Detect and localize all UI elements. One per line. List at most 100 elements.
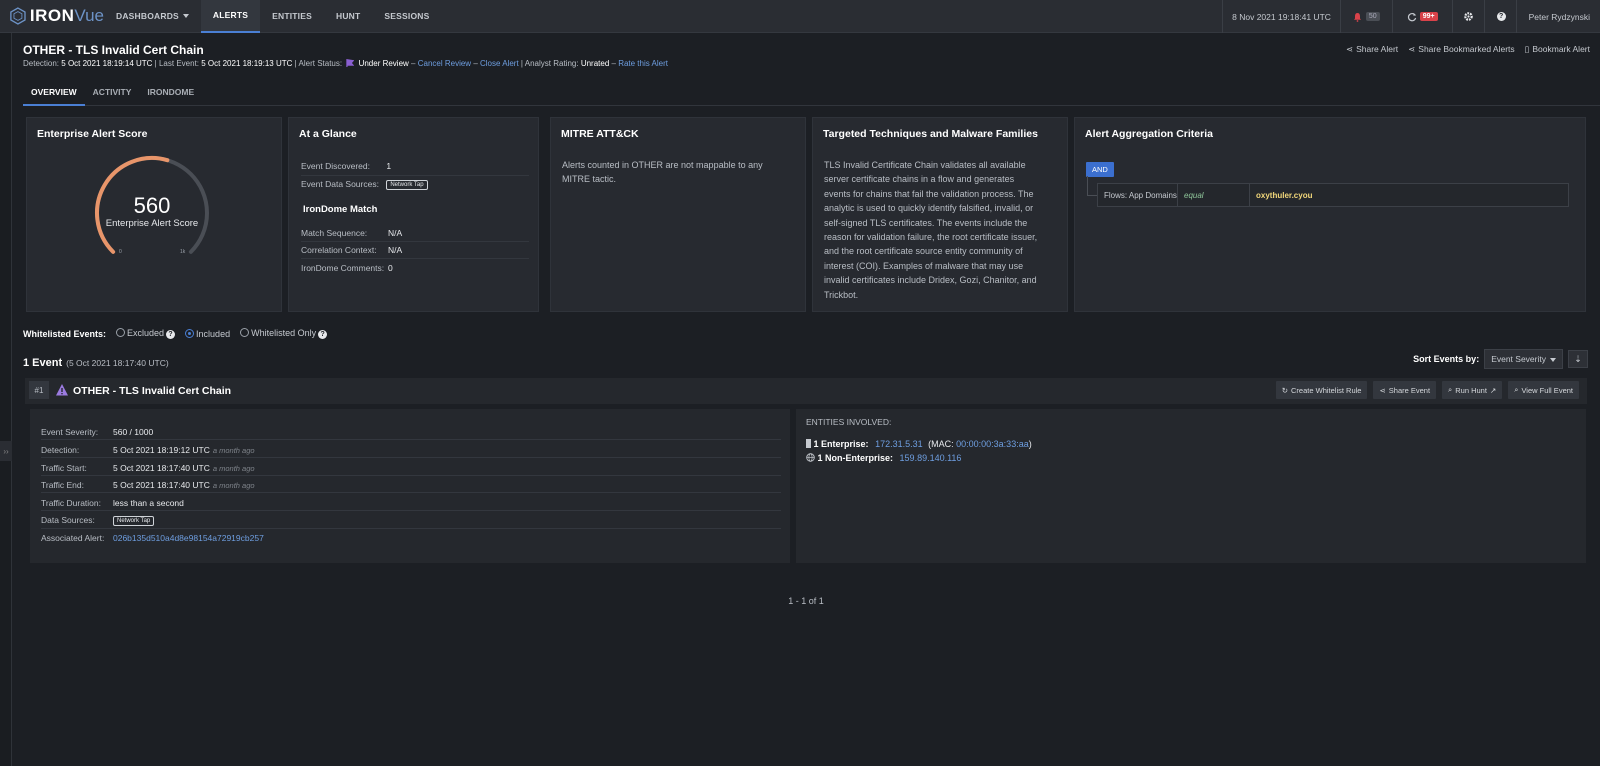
alerts-bell-button[interactable]: 50 [1339,0,1392,33]
settings-button[interactable] [1451,0,1484,33]
event-header: #1 OTHER - TLS Invalid Cert Chain ↻ Creat… [25,378,1587,404]
help-button[interactable]: ? [1483,0,1516,33]
rate-alert-link[interactable]: Rate this Alert [618,59,668,68]
warning-triangle-icon [56,384,68,396]
nav-alerts[interactable]: ALERTS [200,0,261,33]
create-whitelist-rule-button[interactable]: ↻ Create Whitelist Rule [1275,381,1368,399]
score-card-title: Enterprise Alert Score [37,128,148,140]
event-discovered-row: Event Discovered: 1 [301,161,391,171]
associated-alert-link[interactable]: 026b135d510a4d8e98154a72919cb257 [113,533,264,543]
and-operator-tag: AND [1086,162,1114,177]
score-label: Enterprise Alert Score [105,218,199,229]
cancel-review-link[interactable]: Cancel Review [418,59,471,68]
share-alert-label: Share Alert [1356,44,1399,54]
main-nav: DASHBOARDS ALERTS ENTITIES HUNT SESSIONS [104,0,441,33]
mitre-text-line: Alerts counted in OTHER are not mappable… [562,160,763,170]
gauge-min-label: 0 [119,249,122,255]
tab-activity[interactable]: ACTIVITY [85,80,140,106]
relative-time: a month ago [212,464,255,473]
divider [41,492,781,493]
expand-sidebar-handle[interactable]: ›› [0,441,12,461]
view-full-event-button[interactable]: ⌕ View Full Event [1508,381,1579,399]
double-chevron-right-icon: ›› [3,446,9,456]
nav-entities-label: ENTITIES [272,11,312,21]
alert-count-badge: 50 [1365,12,1380,21]
header-actions: ⋖ Share Alert ⋖ Share Bookmarked Alerts ▯ B… [1346,44,1590,55]
bookmark-alert-button[interactable]: ▯ Bookmark Alert [1525,44,1590,55]
share-bookmarked-label: Share Bookmarked Alerts [1418,44,1515,54]
techniques-line: server certificate chains in a flow and … [824,174,1015,185]
mitre-card: MITRE ATT&CK Alerts counted in OTHER are… [550,117,806,312]
match-sequence-row: Match Sequence: N/A [301,228,402,238]
divider [41,439,781,440]
non-enterprise-ip-link[interactable]: 159.89.140.116 [900,453,962,463]
last-event-value: 5 Oct 2021 18:19:13 UTC [201,59,293,68]
dash: – [411,59,418,68]
ironnet-logo-icon [10,7,26,25]
close-alert-link[interactable]: Close Alert [480,59,519,68]
aggregation-card: Alert Aggregation Criteria AND Flows: Ap… [1074,117,1586,312]
techniques-line: self-signed TLS certificates. The events… [824,217,1028,228]
alert-header: OTHER - TLS Invalid Cert Chain [23,43,204,57]
bookmark-alert-label: Bookmark Alert [1532,44,1590,54]
duration-label: Traffic Duration: [41,498,101,508]
top-right-controls: 8 Nov 2021 19:18:41 UTC 50 99+ ? Peter R… [1222,0,1600,33]
criteria-comparator: equal [1178,184,1250,206]
data-sources-label: Data Sources: [41,515,95,525]
whitelist-label: Whitelisted Events: [23,328,107,339]
assoc-value: 026b135d510a4d8e98154a72919cb257 [113,533,264,543]
nav-dashboards[interactable]: DASHBOARDS [104,0,201,33]
radio-included-label: Included [196,328,231,339]
help-icon[interactable]: ? [166,330,176,339]
tab-irondome[interactable]: IRONDOME [139,80,202,106]
share-alert-button[interactable]: ⋖ Share Alert [1346,44,1398,55]
glance-card: At a Glance Event Discovered: 1 Event Da… [288,117,539,312]
score-gauge: 0 1k 560 Enterprise Alert Score [87,153,217,263]
logo-text-iron: IRON [29,6,75,25]
enterprise-label: 1 Enterprise: [813,439,869,449]
traffic-start-row: Traffic Start: 5 Oct 2021 18:17:40 UTC a m… [41,463,781,473]
share-icon: ⋖ [1379,385,1386,395]
refresh-button[interactable]: 99+ [1391,0,1452,33]
assoc-label: Associated Alert: [41,533,105,543]
score-value: 560 [133,193,171,218]
radio-included[interactable]: Included [185,328,231,339]
enterprise-entity-row: 1 Enterprise: 172.31.5.31 (MAC: 00:00:00… [806,439,1032,449]
start-value: 5 Oct 2021 18:17:40 UTC a month ago [113,463,255,473]
techniques-line: events for chains that fail the validati… [824,188,1034,199]
radio-excluded[interactable]: Excluded? [116,328,176,339]
glance-title: At a Glance [299,128,357,140]
divider [41,510,781,511]
enterprise-ip-link[interactable]: 172.31.5.31 [875,439,923,449]
nav-dashboards-label: DASHBOARDS [116,11,179,21]
nav-hunt[interactable]: HUNT [324,0,372,33]
help-icon[interactable]: ? [318,330,328,339]
share-event-button[interactable]: ⋖ Share Event [1373,381,1437,399]
radio-excluded-label: Excluded [127,328,165,338]
radio-whitelisted-only[interactable]: Whitelisted Only? [240,328,328,339]
share-event-label: Share Event [1388,385,1431,395]
share-bookmarked-button[interactable]: ⋖ Share Bookmarked Alerts [1408,44,1515,55]
mac-label: (MAC: [928,439,954,449]
dash: – [473,59,480,68]
user-menu[interactable]: Peter Rydzynski [1515,0,1600,33]
nav-sessions[interactable]: SESSIONS [372,0,441,33]
help-icon: ? [1496,12,1506,21]
divider [41,528,781,529]
mac-link[interactable]: 00:00:00:3a:33:aa [956,439,1029,449]
techniques-text: TLS Invalid Certificate Chain validates … [824,158,1064,302]
refresh-count-badge: 99+ [1419,12,1438,21]
detection-value: 5 Oct 2021 18:19:12 UTC a month ago [113,445,255,455]
alert-tabs: OVERVIEW ACTIVITY IRONDOME [23,80,1600,106]
techniques-line: TLS Invalid Certificate Chain validates … [824,160,1026,170]
mitre-title: MITRE ATT&CK [561,128,639,140]
logo[interactable]: IRON Vue [0,0,104,33]
tab-overview[interactable]: OVERVIEW [23,80,85,106]
sort-direction-button[interactable]: ⇣ [1568,350,1588,368]
nav-entities[interactable]: ENTITIES [260,0,324,33]
match-seq-label: Match Sequence: [301,228,368,238]
sort-select[interactable]: Event Severity [1484,349,1563,369]
run-hunt-button[interactable]: ⌕ Run Hunt ↗ [1442,381,1503,399]
divider [301,258,529,259]
view-full-event-label: View Full Event [1521,385,1573,395]
